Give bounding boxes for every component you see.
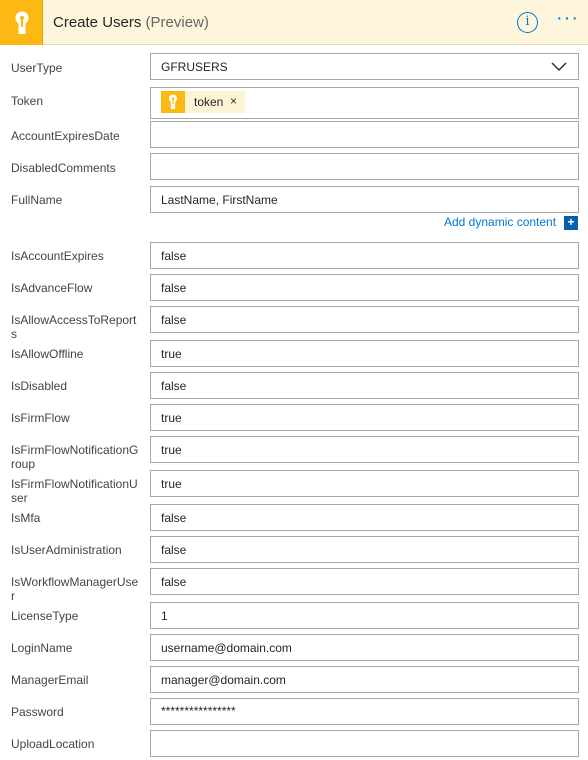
is-workflow-manager-user-input[interactable]: false: [150, 568, 579, 595]
plus-icon: +: [564, 216, 578, 230]
full-name-label: FullName: [11, 193, 63, 207]
is-workflow-manager-user-label: IsWorkflowManagerUser: [11, 575, 139, 603]
token-field[interactable]: token ×: [150, 87, 579, 119]
disabled-comments-input[interactable]: [150, 153, 579, 180]
is-disabled-value: false: [161, 379, 187, 393]
info-icon[interactable]: i: [517, 12, 538, 33]
is-allow-access-to-reports-label: IsAllowAccessToReports: [11, 313, 137, 341]
is-disabled-label: IsDisabled: [11, 379, 68, 393]
license-type-value: 1: [161, 609, 168, 623]
chevron-down-icon: [551, 62, 567, 72]
is-firm-flow-notification-group-value: true: [161, 443, 182, 457]
close-icon[interactable]: ×: [230, 94, 237, 108]
full-name-value: LastName, FirstName: [161, 193, 278, 207]
usertype-label: UserType: [11, 61, 63, 75]
license-type-label: LicenseType: [11, 609, 79, 623]
is-firm-flow-value: true: [161, 411, 182, 425]
password-value: ****************: [161, 704, 236, 718]
is-firm-flow-label: IsFirmFlow: [11, 411, 70, 425]
connector-logo: [0, 0, 43, 45]
token-chip-icon-wrap: [161, 91, 185, 113]
login-name-label: LoginName: [11, 641, 73, 655]
is-allow-offline-value: true: [161, 347, 182, 361]
is-firm-flow-notification-user-label: IsFirmFlowNotificationUser: [11, 477, 138, 505]
is-firm-flow-notification-user-value: true: [161, 477, 182, 491]
token-chip-label: token: [194, 95, 224, 109]
is-account-expires-input[interactable]: false: [150, 242, 579, 269]
is-disabled-input[interactable]: false: [150, 372, 579, 399]
manager-email-input[interactable]: manager@domain.com: [150, 666, 579, 693]
keyhole-icon: [15, 11, 29, 34]
token-chip[interactable]: token ×: [161, 91, 245, 113]
is-user-administration-label: IsUserAdministration: [11, 543, 122, 557]
disabled-comments-label: DisabledComments: [11, 161, 116, 175]
is-firm-flow-notification-user-input[interactable]: true: [150, 470, 579, 497]
account-expires-date-input[interactable]: [150, 121, 579, 148]
add-dynamic-content-link[interactable]: Add dynamic content +: [444, 215, 578, 230]
license-type-input[interactable]: 1: [150, 602, 579, 629]
action-title: Create Users (Preview): [53, 14, 209, 31]
is-mfa-value: false: [161, 511, 187, 525]
is-firm-flow-notification-group-label: IsFirmFlowNotificationGroup: [11, 443, 139, 471]
manager-email-label: ManagerEmail: [11, 673, 89, 687]
token-label: Token: [11, 94, 44, 108]
password-input[interactable]: ****************: [150, 698, 579, 725]
is-allow-offline-label: IsAllowOffline: [11, 347, 84, 361]
is-firm-flow-notification-group-input[interactable]: true: [150, 436, 579, 463]
is-account-expires-label: IsAccountExpires: [11, 249, 104, 263]
action-preview-tag: (Preview): [145, 14, 209, 31]
manager-email-value: manager@domain.com: [161, 673, 286, 687]
is-allow-access-to-reports-input[interactable]: false: [150, 306, 579, 333]
is-account-expires-value: false: [161, 249, 187, 263]
action-header[interactable]: Create Users (Preview) i ···: [0, 0, 588, 45]
action-title-text: Create Users: [53, 14, 142, 31]
is-advance-flow-label: IsAdvanceFlow: [11, 281, 93, 295]
is-allow-offline-input[interactable]: true: [150, 340, 579, 367]
full-name-input[interactable]: LastName, FirstName: [150, 186, 579, 213]
password-label: Password: [11, 705, 64, 719]
is-firm-flow-input[interactable]: true: [150, 404, 579, 431]
is-allow-access-to-reports-value: false: [161, 313, 187, 327]
upload-location-label: UploadLocation: [11, 737, 95, 751]
is-user-administration-value: false: [161, 543, 187, 557]
usertype-value: GFRUSERS: [161, 60, 228, 74]
more-options-icon[interactable]: ···: [556, 8, 582, 30]
is-mfa-input[interactable]: false: [150, 504, 579, 531]
login-name-value: username@domain.com: [161, 641, 292, 655]
usertype-dropdown[interactable]: GFRUSERS: [150, 53, 579, 80]
upload-location-input[interactable]: [150, 730, 579, 757]
is-advance-flow-value: false: [161, 281, 187, 295]
keyhole-icon: [169, 94, 177, 109]
is-user-administration-input[interactable]: false: [150, 536, 579, 563]
is-advance-flow-input[interactable]: false: [150, 274, 579, 301]
is-mfa-label: IsMfa: [11, 511, 41, 525]
account-expires-date-label: AccountExpiresDate: [11, 129, 120, 143]
add-dynamic-content-label: Add dynamic content: [444, 215, 557, 229]
is-workflow-manager-user-value: false: [161, 575, 187, 589]
login-name-input[interactable]: username@domain.com: [150, 634, 579, 661]
